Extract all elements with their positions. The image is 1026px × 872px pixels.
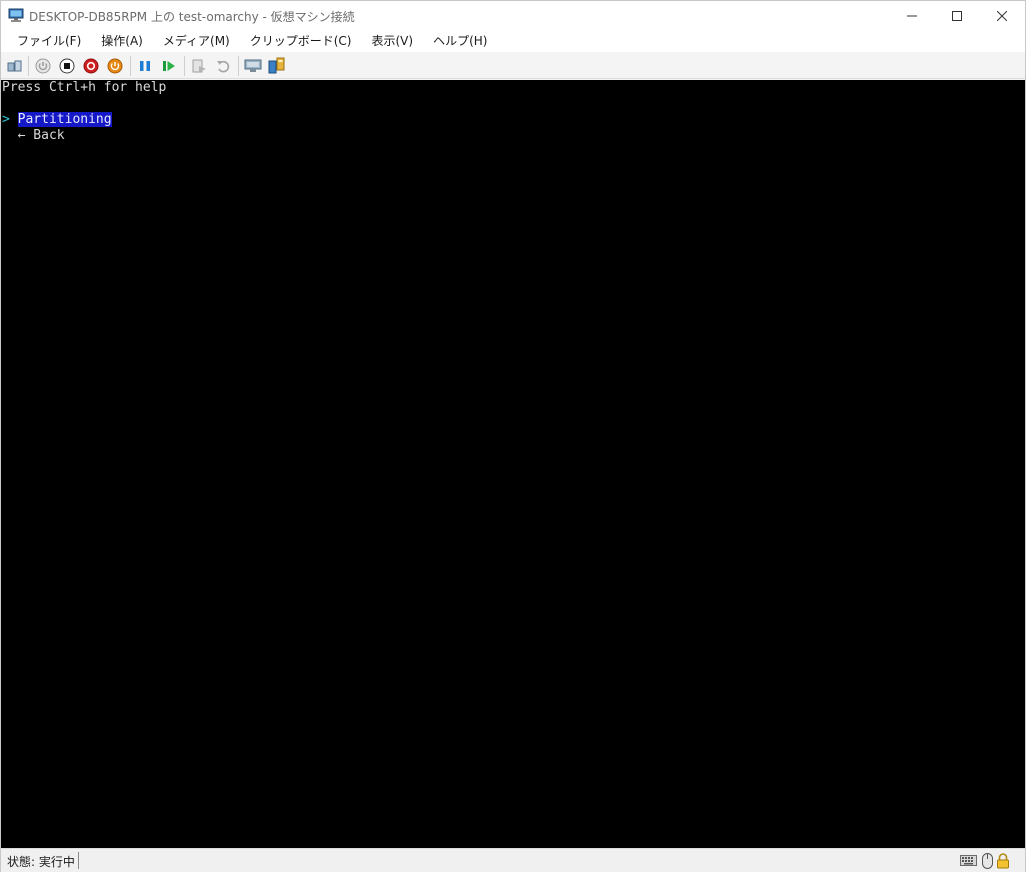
help-hint: Press Ctrl+h for help [2, 80, 167, 95]
revert-icon[interactable] [214, 57, 232, 75]
menu-bar: ファイル(F) 操作(A) メディア(M) クリップボード(C) 表示(V) ヘ… [1, 30, 1025, 52]
pause-icon[interactable] [136, 57, 154, 75]
save-icon[interactable] [106, 57, 124, 75]
toolbar-separator [130, 56, 131, 76]
menu-clipboard[interactable]: クリップボード(C) [240, 30, 362, 52]
keyboard-icon [960, 853, 977, 868]
vm-connection-window: DESKTOP-DB85RPM 上の test-omarchy - 仮想マシン接… [0, 0, 1026, 872]
turn-off-icon[interactable] [58, 57, 76, 75]
vm-status: 状態: 実行中 [7, 855, 75, 869]
vm-console-display[interactable]: Press Ctrl+h for help > Partitioning ← B… [1, 80, 1025, 848]
menu-option-back[interactable]: ← Back [18, 128, 65, 143]
menu-row-partitioning[interactable]: > Partitioning [2, 112, 112, 128]
menu-help[interactable]: ヘルプ(H) [423, 30, 497, 52]
resume-icon[interactable] [160, 57, 178, 75]
start-icon[interactable] [34, 57, 52, 75]
enhanced-session-icon[interactable] [244, 57, 262, 75]
minimize-button[interactable] [889, 1, 935, 30]
selection-cursor: > [2, 112, 10, 127]
menu-action[interactable]: 操作(A) [91, 30, 153, 52]
menu-view[interactable]: 表示(V) [362, 30, 424, 52]
menu-media[interactable]: メディア(M) [153, 30, 240, 52]
menu-option-partitioning[interactable]: Partitioning [17, 112, 112, 127]
close-button[interactable] [979, 1, 1025, 30]
menu-row-back[interactable]: ← Back [2, 128, 65, 144]
status-separator [78, 852, 79, 869]
toolbar-separator [238, 56, 239, 76]
shutdown-icon[interactable] [82, 57, 100, 75]
status-bar: 状態: 実行中 [1, 848, 1025, 872]
toolbar-separator [184, 56, 185, 76]
share-icon[interactable] [268, 57, 286, 75]
lock-icon [996, 852, 1010, 868]
mouse-icon [982, 852, 993, 869]
window-title: DESKTOP-DB85RPM 上の test-omarchy - 仮想マシン接… [29, 10, 355, 24]
menu-file[interactable]: ファイル(F) [7, 30, 91, 52]
checkpoint-icon[interactable] [190, 57, 208, 75]
toolbar-separator [28, 56, 29, 76]
vm-connect-app-icon [8, 8, 24, 23]
maximize-button[interactable] [934, 1, 980, 30]
ctrl-alt-del-icon[interactable] [6, 57, 24, 75]
title-bar[interactable]: DESKTOP-DB85RPM 上の test-omarchy - 仮想マシン接… [1, 1, 1025, 30]
toolbar [1, 52, 1025, 79]
